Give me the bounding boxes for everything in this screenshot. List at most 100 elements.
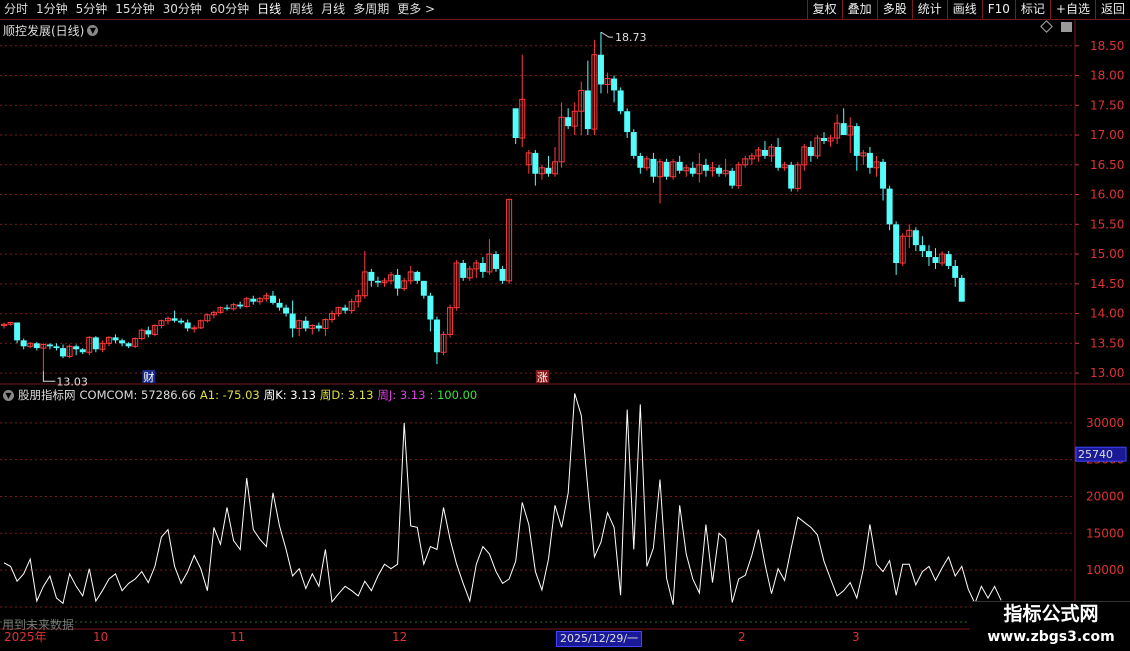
candle-body: [925, 251, 932, 258]
candle-body: [125, 343, 132, 347]
candle-body: [886, 188, 893, 225]
indicator-menu-icon[interactable]: ▼: [3, 389, 14, 401]
candle-body: [919, 245, 926, 252]
candle-body: [73, 346, 80, 350]
watermark-title: 指标公式网: [1003, 603, 1099, 625]
candle-body: [945, 254, 952, 266]
high-pointer: [600, 31, 613, 38]
high-label: 18.73: [615, 31, 647, 44]
candle-body: [420, 280, 427, 296]
candle-body: [565, 117, 572, 127]
candle-body: [119, 340, 126, 344]
candle-body: [958, 277, 965, 302]
price-tick-label: 15.50: [1090, 217, 1124, 231]
a1-value: A1: -75.03: [199, 388, 260, 402]
candle-body: [33, 343, 40, 349]
price-tick-label: 14.50: [1090, 277, 1124, 291]
candle-body: [315, 325, 322, 329]
candle-body: [479, 262, 486, 272]
candle-body: [597, 54, 604, 85]
candle-body: [342, 307, 349, 311]
price-tick-label: 13.00: [1090, 366, 1124, 380]
extra-value: : 100.00: [429, 388, 478, 402]
price-tick-label: 16.50: [1090, 158, 1124, 172]
candle-body: [689, 167, 696, 174]
indicator-tick-label: 20000: [1086, 489, 1124, 503]
candle-body: [952, 265, 959, 278]
candle-body: [702, 164, 709, 171]
date-label: 11: [230, 630, 246, 644]
candle-body: [611, 78, 618, 91]
candle-body: [191, 327, 198, 330]
price-tick-label: 15.00: [1090, 247, 1124, 261]
indicator-tick-label: 30000: [1086, 416, 1124, 430]
candle-body: [630, 132, 637, 156]
candle-body: [584, 90, 591, 130]
candle-body: [716, 167, 723, 174]
candle-body: [145, 330, 152, 335]
cursor-value: 25740: [1078, 448, 1113, 461]
indicator-tick-label: 15000: [1086, 526, 1124, 540]
date-label: 12: [392, 630, 408, 644]
candle-body: [237, 304, 244, 307]
candle-body: [14, 322, 21, 341]
price-tick-label: 13.50: [1090, 336, 1124, 350]
candle-body: [493, 254, 499, 269]
d-value: 周D: 3.13: [319, 388, 374, 402]
candle-body: [394, 274, 401, 289]
candle-body: [761, 149, 768, 156]
candle-body: [545, 167, 552, 174]
candle-body: [775, 146, 782, 168]
date-label: 2: [738, 630, 746, 644]
indicator-name[interactable]: 股朋指标网: [18, 387, 76, 403]
candle-body: [368, 271, 375, 281]
candle-body: [637, 155, 644, 168]
candle-body: [178, 320, 185, 323]
candle-body: [932, 257, 939, 263]
candle-body: [414, 271, 421, 281]
date-label: 3: [852, 630, 860, 644]
watermark-url: www.zbgs3.com: [987, 629, 1115, 645]
price-tick-label: 17.00: [1090, 128, 1124, 142]
candle-body: [46, 344, 53, 347]
price-tick-label: 17.50: [1090, 98, 1124, 112]
candle-body: [53, 346, 60, 349]
candle-body: [289, 313, 296, 329]
candle-body: [912, 230, 919, 246]
candle-body: [302, 320, 309, 329]
date-cursor-label: 2025/12/29/一: [556, 631, 643, 647]
price-tick-label: 18.00: [1090, 69, 1124, 83]
k-value: 周K: 3.13: [263, 388, 316, 402]
candle-body: [729, 170, 736, 186]
date-label: 10: [93, 630, 109, 644]
candle-body: [250, 298, 257, 302]
candle-body: [676, 161, 683, 171]
candle-body: [512, 108, 519, 139]
date-axis: 2025年 10 11 12 2 3: [0, 630, 970, 650]
price-tick-label: 14.00: [1090, 307, 1124, 321]
candle-body: [171, 318, 178, 321]
candle-body: [624, 111, 631, 133]
comcom-value: COMCOM: 57286.66: [79, 388, 196, 402]
candle-body: [92, 337, 99, 350]
price-tick-label: 16.00: [1090, 188, 1124, 202]
candle-body: [269, 295, 276, 303]
chart-canvas[interactable]: 18.50 18.00 17.50 17.00 16.50 16.00 15.50 15.00…: [0, 0, 1130, 650]
indicator-tick-label: 10000: [1086, 563, 1124, 577]
candle-body: [283, 307, 290, 314]
candle-body: [532, 152, 539, 174]
candle-body: [866, 152, 873, 168]
candle-body: [112, 337, 119, 341]
candle-body: [20, 340, 27, 347]
watermark: 指标公式网 www.zbgs3.com: [972, 601, 1130, 651]
indicator-legend: ▼ 股朋指标网 COMCOM: 57286.66 A1: -75.03 周K: …: [3, 387, 477, 403]
candle-body: [650, 158, 657, 177]
candle-body: [427, 295, 434, 320]
candle-body: [880, 161, 887, 189]
marker-zhang: 涨: [537, 371, 548, 384]
candle-body: [821, 138, 827, 142]
candle-body: [374, 280, 381, 283]
candle-body: [788, 164, 795, 189]
candle-body: [276, 302, 283, 308]
candle-body: [663, 161, 670, 177]
